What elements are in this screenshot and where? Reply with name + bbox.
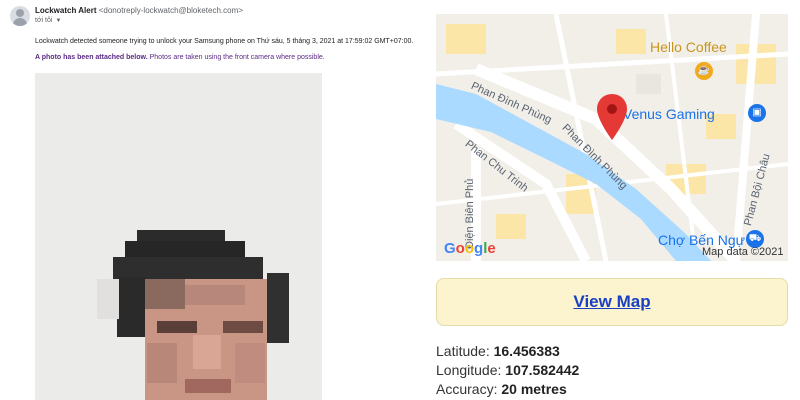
photo-hair-left [117, 277, 147, 337]
photo-bg-left [97, 279, 119, 319]
map-block [496, 214, 526, 239]
recipient-line: tới tôi ▼ [35, 17, 61, 24]
photo-cheek-left [147, 343, 177, 383]
shopping-bag-icon[interactable]: ▣ [748, 104, 766, 122]
photo-forehead-shade [145, 279, 185, 309]
photo-hair-mid [113, 257, 263, 279]
photo-eye-left [157, 321, 197, 333]
view-map-button[interactable]: View Map [436, 278, 788, 326]
sender-line: Lockwatch Alert <donotreply-lockwatch@bl… [35, 6, 243, 15]
photo-forehead [185, 285, 245, 305]
poi-label-venus-gaming[interactable]: Venus Gaming [623, 106, 715, 122]
avatar-head [16, 9, 24, 17]
email-message: Lockwatch detected someone trying to unl… [35, 38, 414, 45]
photo-hair-right [267, 273, 289, 343]
accuracy-row: Accuracy: 20 metres [436, 381, 567, 397]
photo-cheek-right [235, 343, 265, 383]
attached-photo [35, 73, 322, 400]
photo-eye-right [223, 321, 263, 333]
map-block [636, 74, 661, 94]
photo-note: A photo has been attached below. Photos … [35, 54, 325, 61]
latitude-row: Latitude: 16.456383 [436, 343, 560, 359]
accuracy-label: Accuracy: [436, 381, 498, 397]
photo-mouth [185, 379, 231, 393]
google-logo: Google [444, 240, 496, 257]
location-map[interactable]: Phan Đình Phùng Phan Đình Phùng Phan Chu… [436, 14, 788, 261]
sender-email: <donotreply-lockwatch@bloketech.com> [98, 6, 243, 15]
longitude-label: Longitude: [436, 362, 502, 378]
photo-note-bold: A photo has been attached below. [35, 54, 148, 61]
avatar-body [13, 18, 27, 26]
photo-nose [193, 335, 221, 369]
coffee-icon[interactable]: ☕ [695, 62, 713, 80]
map-attribution: Map data ©2021 [702, 246, 784, 258]
street-label-dien-bien-phu: Điện Biên Phủ [464, 178, 476, 249]
photo-note-rest: Photos are taken using the front camera … [147, 54, 325, 61]
latitude-label: Latitude: [436, 343, 490, 359]
poi-label-hello-coffee[interactable]: Hello Coffee [650, 39, 727, 55]
view-map-link[interactable]: View Map [573, 292, 650, 312]
sender-avatar [10, 6, 30, 26]
map-block [616, 29, 646, 54]
chevron-down-icon[interactable]: ▼ [55, 18, 61, 24]
latitude-value: 16.456383 [493, 343, 560, 359]
recipient-label: tới tôi [35, 17, 53, 24]
location-pin-icon[interactable] [597, 94, 627, 140]
longitude-row: Longitude: 107.582442 [436, 362, 579, 378]
accuracy-value: 20 metres [501, 381, 567, 397]
map-block [446, 24, 486, 54]
sender-name: Lockwatch Alert [35, 6, 97, 15]
longitude-value: 107.582442 [505, 362, 580, 378]
